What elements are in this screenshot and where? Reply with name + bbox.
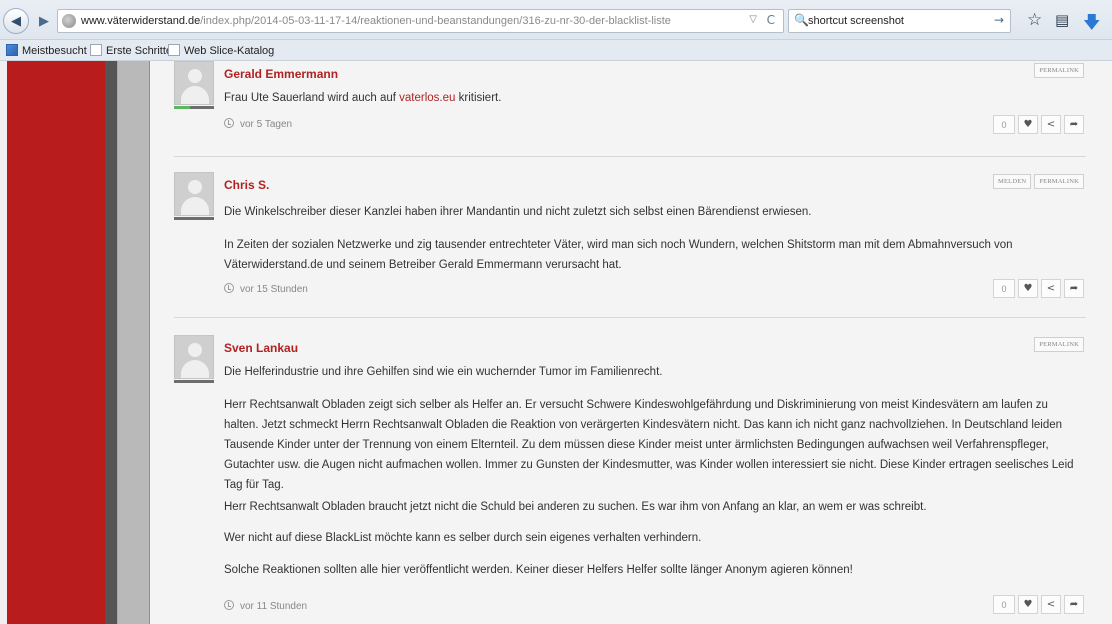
comment-badges: PERMALINK <box>1034 63 1084 78</box>
reply-arrow-icon[interactable]: ➦ <box>1064 279 1084 298</box>
sidebar-divider <box>105 61 117 624</box>
heart-icon[interactable]: ♥ <box>1018 115 1038 134</box>
user-rank-bar <box>174 380 214 383</box>
share-icon[interactable]: < <box>1041 279 1061 298</box>
heart-icon[interactable]: ♥ <box>1018 595 1038 614</box>
user-rank-bar <box>174 106 214 109</box>
avatar[interactable] <box>174 335 214 379</box>
comment-time: vor 5 Tagen <box>224 118 292 130</box>
comment: Chris S. MELDEN PERMALINK Die Winkelschr… <box>174 172 1092 302</box>
vote-count: 0 <box>993 115 1015 134</box>
bookmark-label: Web Slice-Katalog <box>184 45 275 57</box>
bookmarks-toolbar: Meistbesucht Erste Schritte Web Slice-Ka… <box>0 40 1112 61</box>
sidebar-gray-strip <box>117 61 150 624</box>
comment-text: Wer nicht auf diese BlackList möchte kan… <box>224 532 702 544</box>
permalink-button[interactable]: PERMALINK <box>1034 174 1084 189</box>
share-icon[interactable]: < <box>1041 115 1061 134</box>
url-host: www.väterwiderstand.de <box>81 15 201 27</box>
avatar[interactable] <box>174 172 214 216</box>
address-bar[interactable]: www.väterwiderstand.de/index.php/2014-05… <box>57 9 784 33</box>
browser-window: ◀ ▶ www.väterwiderstand.de/index.php/201… <box>0 0 1112 624</box>
page-icon <box>90 44 102 56</box>
bookmark-web-slice-katalog[interactable]: Web Slice-Katalog <box>168 44 274 57</box>
avatar-body <box>181 197 209 215</box>
share-icon[interactable]: < <box>1041 595 1061 614</box>
page-icon <box>168 44 180 56</box>
comment-text: In Zeiten der sozialen Netzwerke und zig… <box>224 239 1013 271</box>
search-input[interactable] <box>808 13 978 29</box>
site-identity-icon[interactable] <box>62 14 76 28</box>
comment-text: Die Winkelschreiber dieser Kanzlei haben… <box>224 206 812 218</box>
forward-arrow-icon[interactable]: ▶ <box>33 10 55 32</box>
comment-divider <box>174 156 1086 157</box>
clock-icon <box>224 600 234 610</box>
user-rank-fill <box>174 106 190 109</box>
comment-actions: 0 ♥ < ➦ <box>993 595 1084 614</box>
bookmark-label: Meistbesucht <box>22 45 87 57</box>
user-rank-bar <box>174 217 214 220</box>
comments-section: Gerald Emmermann PERMALINK Frau Ute Saue… <box>150 61 1112 624</box>
comment-time: vor 11 Stunden <box>224 600 307 612</box>
comment-text-before: Frau Ute Sauerland wird auch auf <box>224 92 400 104</box>
avatar-body <box>181 86 209 104</box>
bookmark-folder-icon <box>6 44 18 56</box>
url-path: /index.php/2014-05-03-11-17-14/reaktione… <box>200 15 671 27</box>
comment-time-text: vor 11 Stunden <box>240 601 308 612</box>
bookmark-erste-schritte[interactable]: Erste Schritte <box>90 44 172 57</box>
permalink-button[interactable]: PERMALINK <box>1034 337 1084 352</box>
comment-time-text: vor 15 Stunden <box>240 284 308 295</box>
clock-icon <box>224 118 234 128</box>
left-red-sidebar <box>7 61 105 624</box>
comment-text-after: kritisiert. <box>455 92 502 104</box>
download-icon[interactable]: 🡇 <box>1083 10 1100 39</box>
comment-text: Solche Reaktionen sollten alle hier verö… <box>224 564 853 576</box>
comment-text: Herr Rechtsanwalt Obladen zeigt sich sel… <box>224 399 1074 491</box>
avatar[interactable] <box>174 61 214 105</box>
reload-icon[interactable]: C <box>767 13 775 27</box>
permalink-button[interactable]: PERMALINK <box>1034 63 1084 78</box>
navigation-toolbar: ◀ ▶ www.väterwiderstand.de/index.php/201… <box>0 0 1112 40</box>
search-go-icon[interactable]: → <box>994 13 1004 27</box>
comment-link[interactable]: vaterlos.eu <box>399 92 455 104</box>
comment-author[interactable]: Chris S. <box>224 178 269 192</box>
reading-list-icon[interactable]: ▤ <box>1055 11 1069 29</box>
comment-time-text: vor 5 Tagen <box>240 119 293 130</box>
avatar-head <box>188 343 202 357</box>
report-button[interactable]: MELDEN <box>993 174 1032 189</box>
comment-author[interactable]: Gerald Emmermann <box>224 67 338 81</box>
comment: Gerald Emmermann PERMALINK Frau Ute Saue… <box>174 61 1092 146</box>
comment-badges: PERMALINK <box>1034 337 1084 352</box>
bookmark-label: Erste Schritte <box>106 45 173 57</box>
comment-text: Herr Rechtsanwalt Obladen braucht jetzt … <box>224 501 927 513</box>
reply-arrow-icon[interactable]: ➦ <box>1064 115 1084 134</box>
comment-text: Frau Ute Sauerland wird auch auf vaterlo… <box>224 88 1084 108</box>
vote-count: 0 <box>993 595 1015 614</box>
url-history-dropdown-icon[interactable]: ▽ <box>749 14 757 25</box>
clock-icon <box>224 283 234 293</box>
avatar-body <box>181 360 209 378</box>
reply-arrow-icon[interactable]: ➦ <box>1064 595 1084 614</box>
comment-badges: MELDEN PERMALINK <box>993 174 1084 189</box>
comment-actions: 0 ♥ < ➦ <box>993 115 1084 134</box>
web-page: Gerald Emmermann PERMALINK Frau Ute Saue… <box>0 61 1112 624</box>
comment-actions: 0 ♥ < ➦ <box>993 279 1084 298</box>
heart-icon[interactable]: ♥ <box>1018 279 1038 298</box>
url-text[interactable]: www.väterwiderstand.de/index.php/2014-05… <box>81 15 731 27</box>
comment-time: vor 15 Stunden <box>224 283 308 295</box>
comment-text: Die Helferindustrie und ihre Gehilfen si… <box>224 366 663 378</box>
comment: Sven Lankau PERMALINK Die Helferindustri… <box>174 335 1092 624</box>
star-icon[interactable]: ☆ <box>1027 10 1042 30</box>
bookmark-meistbesucht[interactable]: Meistbesucht <box>6 44 87 57</box>
search-bar[interactable]: 🔍 → <box>788 9 1011 33</box>
back-arrow-icon[interactable]: ◀ <box>3 8 29 34</box>
search-icon[interactable]: 🔍 <box>794 13 809 27</box>
vote-count: 0 <box>993 279 1015 298</box>
avatar-head <box>188 180 202 194</box>
comment-divider <box>174 317 1086 318</box>
avatar-head <box>188 69 202 83</box>
comment-author[interactable]: Sven Lankau <box>224 341 298 355</box>
